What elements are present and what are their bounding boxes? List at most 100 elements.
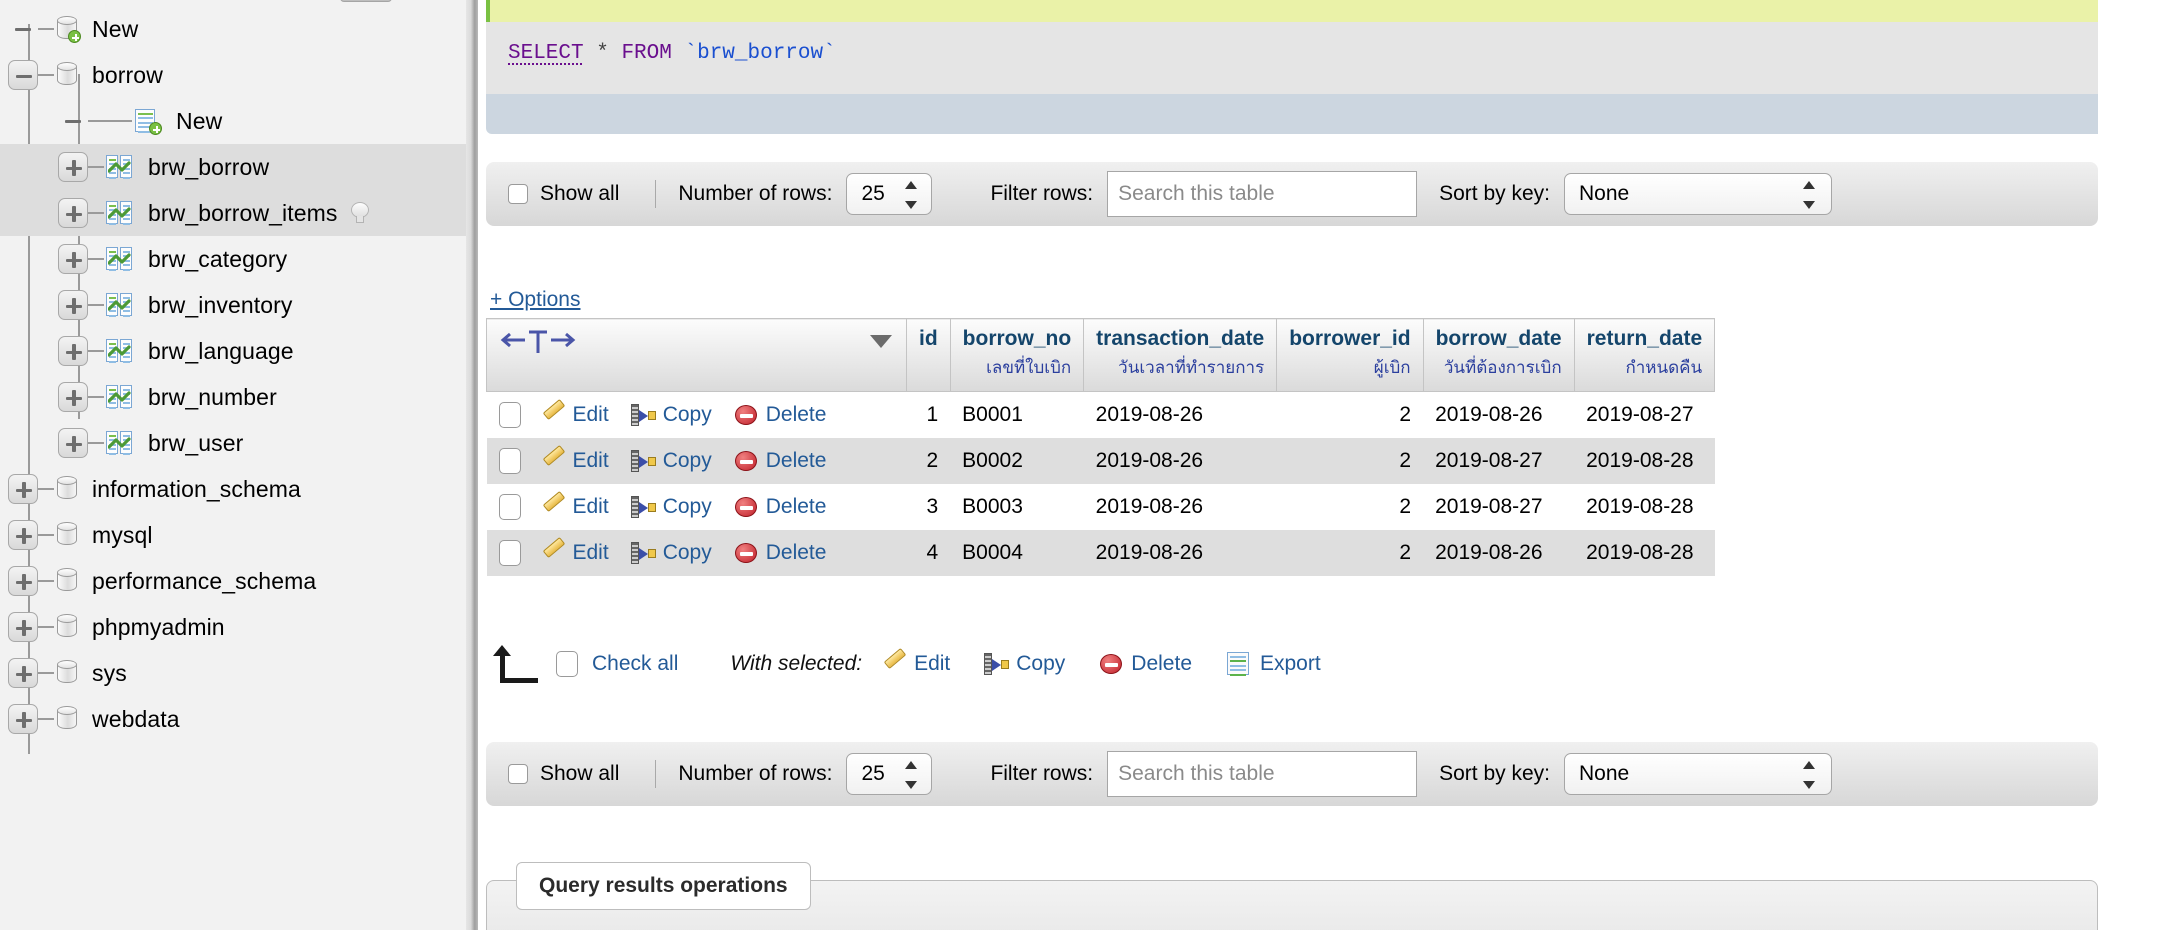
row-copy-link[interactable]: Copy	[630, 403, 712, 426]
cell-transaction_date[interactable]: 2019-08-26	[1083, 530, 1277, 576]
cell-return_date[interactable]: 2019-08-27	[1574, 392, 1715, 439]
column-header-borrow_date[interactable]: borrow_date วันที่ต้องการเบิก	[1422, 318, 1575, 392]
cell-borrower_id[interactable]: 2	[1276, 438, 1424, 484]
bulk-edit-link[interactable]: Edit	[883, 647, 950, 676]
table-row[interactable]: Edit Copy Delete 2 B0002 2019-08-26 2 2019-08-2…	[486, 438, 1715, 484]
expand-plus-icon[interactable]	[58, 290, 88, 320]
stepper-arrows-icon-bottom[interactable]	[905, 761, 919, 789]
bulk-export-link[interactable]: Export	[1226, 651, 1321, 677]
bulk-delete-link[interactable]: Delete	[1099, 652, 1192, 676]
filter-rows-input-top[interactable]: Search this table	[1107, 171, 1418, 217]
sidebar-item-new[interactable]: New	[0, 98, 478, 144]
sql-query-box[interactable]: SELECT * FROM `brw_borrow`	[486, 22, 2158, 94]
cell-id[interactable]: 3	[907, 484, 951, 530]
column-header-borrower_id[interactable]: borrower_id ผู้เบิก	[1276, 318, 1424, 392]
expand-plus-icon[interactable]	[8, 658, 38, 688]
cell-transaction_date[interactable]: 2019-08-26	[1084, 392, 1277, 439]
expand-plus-icon[interactable]	[58, 336, 88, 366]
row-copy-link[interactable]: Copy	[630, 449, 712, 472]
cell-borrow_date[interactable]: 2019-08-27	[1423, 484, 1574, 530]
cell-borrow_no[interactable]: B0001	[950, 392, 1084, 439]
row-delete-link[interactable]: Delete	[734, 541, 826, 564]
check-all-label[interactable]: Check all	[592, 652, 678, 676]
sidebar-item-brw-borrow[interactable]: brw_borrow	[0, 144, 478, 190]
number-of-rows-stepper-top[interactable]: 25	[846, 173, 933, 215]
sort-direction-icon[interactable]	[499, 327, 577, 357]
number-of-rows-stepper-bottom[interactable]: 25	[846, 753, 933, 795]
lightbulb-icon[interactable]	[348, 201, 372, 225]
sidebar-item-phpmyadmin[interactable]: phpmyadmin	[0, 604, 478, 650]
expand-plus-icon[interactable]	[8, 520, 38, 550]
select-arrows-icon-top[interactable]	[1803, 181, 1817, 209]
collapse-minus-icon[interactable]	[8, 60, 38, 90]
sidebar-item-brw-category[interactable]: brw_category	[0, 236, 478, 282]
cell-borrower_id[interactable]: 2	[1277, 484, 1423, 530]
sidebar-item-brw-user[interactable]: brw_user	[0, 420, 478, 466]
expand-plus-icon[interactable]	[58, 428, 88, 458]
check-all-checkbox[interactable]	[556, 651, 578, 677]
sidebar-scrollbar[interactable]	[466, 0, 478, 930]
row-delete-link[interactable]: Delete	[734, 495, 826, 518]
row-select-checkbox[interactable]	[498, 494, 521, 520]
cell-return_date[interactable]: 2019-08-28	[1574, 484, 1715, 530]
sidebar-item-new[interactable]: New	[0, 6, 478, 52]
table-row[interactable]: Edit Copy Delete 4 B0004 2019-08-26 2 2019-08-2…	[486, 530, 1715, 576]
filter-rows-input-bottom[interactable]: Search this table	[1107, 751, 1418, 797]
sidebar-item-information-schema[interactable]: information_schema	[0, 466, 478, 512]
cell-id[interactable]: 1	[907, 392, 951, 439]
row-select-checkbox[interactable]	[498, 540, 521, 566]
column-header-transaction_date[interactable]: transaction_date วันเวลาที่ทำรายการ	[1083, 318, 1278, 392]
row-edit-link[interactable]: Edit	[542, 536, 609, 564]
row-delete-link[interactable]: Delete	[734, 403, 826, 426]
sidebar-item-webdata[interactable]: webdata	[0, 696, 478, 742]
sidebar-item-brw-language[interactable]: brw_language	[0, 328, 478, 374]
sidebar-item-mysql[interactable]: mysql	[0, 512, 478, 558]
cell-borrower_id[interactable]: 2	[1276, 530, 1424, 576]
cell-borrow_date[interactable]: 2019-08-26	[1423, 530, 1575, 576]
show-all-checkbox-top[interactable]	[508, 184, 528, 204]
column-header-return_date[interactable]: return_date กำหนดคืน	[1573, 318, 1716, 392]
row-edit-link[interactable]: Edit	[542, 444, 609, 472]
row-select-checkbox[interactable]	[498, 448, 521, 474]
cell-return_date[interactable]: 2019-08-28	[1574, 438, 1715, 484]
sidebar-item-brw-inventory[interactable]: brw_inventory	[0, 282, 478, 328]
expand-plus-icon[interactable]	[8, 704, 38, 734]
sort-by-key-select-bottom[interactable]: None	[1564, 753, 1833, 795]
bulk-copy-link[interactable]: Copy	[984, 652, 1065, 676]
cell-return_date[interactable]: 2019-08-28	[1574, 530, 1715, 576]
cell-borrow_no[interactable]: B0003	[950, 484, 1084, 530]
sidebar-item-sys[interactable]: sys	[0, 650, 478, 696]
sidebar-item-brw-borrow-items[interactable]: brw_borrow_items	[0, 190, 478, 236]
cell-borrow_no[interactable]: B0002	[950, 438, 1084, 484]
show-all-checkbox-bottom[interactable]	[508, 764, 528, 784]
expand-plus-icon[interactable]	[8, 612, 38, 642]
stepper-arrows-icon-top[interactable]	[905, 181, 919, 209]
cell-borrow_no[interactable]: B0004	[950, 530, 1084, 576]
sort-by-key-select-top[interactable]: None	[1564, 173, 1833, 215]
cell-id[interactable]: 2	[906, 438, 951, 484]
sidebar-item-borrow[interactable]: borrow	[0, 52, 478, 98]
row-copy-link[interactable]: Copy	[630, 495, 712, 518]
expand-plus-icon[interactable]	[58, 152, 88, 182]
cell-id[interactable]: 4	[906, 530, 951, 576]
expand-plus-icon[interactable]	[8, 474, 38, 504]
row-edit-link[interactable]: Edit	[542, 490, 609, 518]
select-arrows-icon-bottom[interactable]	[1803, 761, 1817, 789]
sidebar-item-performance-schema[interactable]: performance_schema	[0, 558, 478, 604]
row-copy-link[interactable]: Copy	[630, 541, 712, 564]
cell-borrow_date[interactable]: 2019-08-26	[1423, 392, 1574, 439]
cell-transaction_date[interactable]: 2019-08-26	[1084, 484, 1277, 530]
expand-plus-icon[interactable]	[58, 244, 88, 274]
table-row[interactable]: Edit Copy Delete 1 B0001 2019-08-26 2 2019-08-2…	[487, 392, 1715, 439]
cell-transaction_date[interactable]: 2019-08-26	[1083, 438, 1277, 484]
cell-borrow_date[interactable]: 2019-08-27	[1423, 438, 1575, 484]
cell-borrower_id[interactable]: 2	[1277, 392, 1423, 439]
column-menu-chevron-icon[interactable]	[868, 331, 894, 355]
column-header-id[interactable]: id	[906, 318, 951, 392]
database-tree-sidebar[interactable]: New borrow New brw_borrow brw_borrow_items br…	[0, 0, 478, 930]
row-edit-link[interactable]: Edit	[542, 398, 609, 426]
row-select-checkbox[interactable]	[498, 402, 521, 428]
options-toggle-link[interactable]: + Options	[490, 288, 580, 312]
table-row[interactable]: Edit Copy Delete 3 B0003 2019-08-26 2 2019-08-2…	[487, 484, 1715, 530]
sidebar-item-brw-number[interactable]: brw_number	[0, 374, 478, 420]
